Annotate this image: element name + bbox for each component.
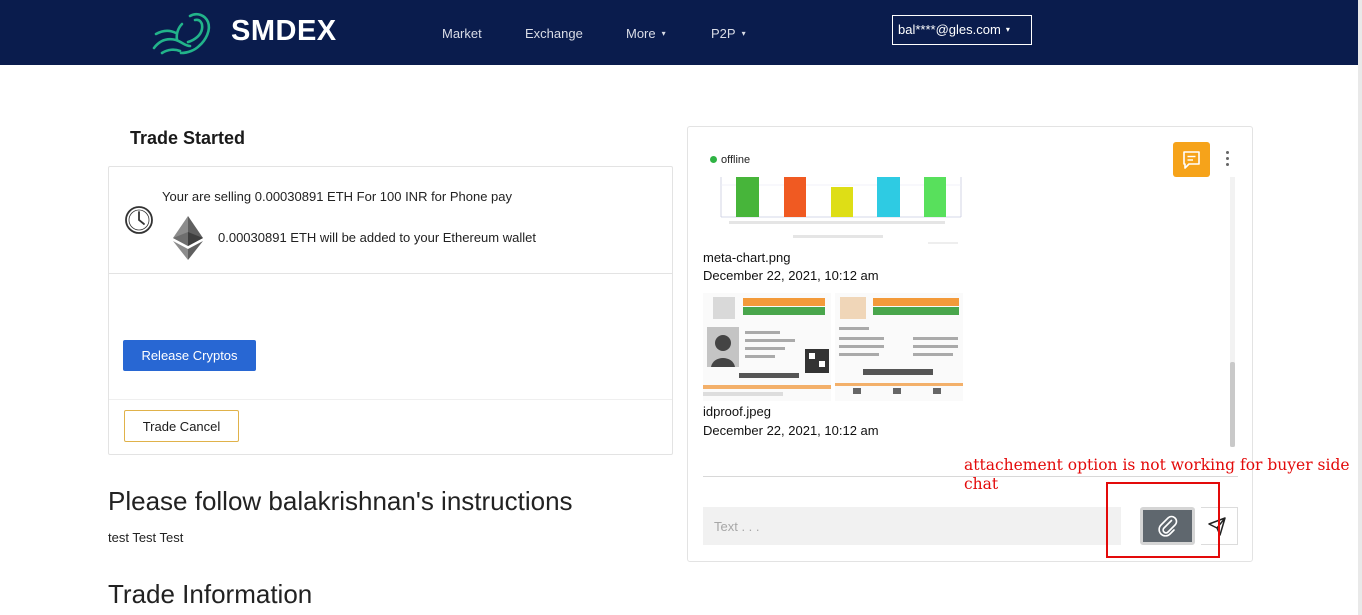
page-scrollbar[interactable] <box>1358 0 1362 615</box>
release-cryptos-button[interactable]: Release Cryptos <box>123 340 256 371</box>
chat-message-list: meta-chart.png December 22, 2021, 10:12 … <box>703 177 1228 447</box>
divider <box>109 273 672 274</box>
trade-cancel-button[interactable]: Trade Cancel <box>124 410 239 442</box>
chat-text-input[interactable] <box>703 507 1121 545</box>
nav-p2p-label: P2P <box>711 26 736 41</box>
trade-status-title: Trade Started <box>130 128 246 148</box>
annotation-highlight-box <box>1106 482 1220 558</box>
message-icon <box>1183 151 1200 169</box>
clock-icon <box>125 206 153 234</box>
trade-information-heading: Trade Information <box>108 579 313 609</box>
attachment-filename[interactable]: idproof.jpeg <box>703 404 771 419</box>
scrollbar-thumb[interactable] <box>1230 362 1235 447</box>
brand-name[interactable]: SMDEX <box>231 15 337 48</box>
attachment-filename[interactable]: meta-chart.png <box>703 250 790 265</box>
message-timestamp: December 22, 2021, 10:12 am <box>703 268 879 283</box>
ethereum-icon <box>173 216 203 260</box>
instructions-text: test Test Test <box>108 530 184 545</box>
chevron-down-icon: ▾ <box>661 29 666 38</box>
chat-scrollbar[interactable] <box>1230 177 1235 447</box>
status-dot-icon <box>710 156 717 163</box>
nav-more[interactable]: More ▾ <box>626 26 666 41</box>
nav-market[interactable]: Market <box>442 26 482 41</box>
meta-chart-thumbnail[interactable] <box>703 177 963 247</box>
trade-card: Your are selling 0.00030891 ETH For 100 … <box>108 166 673 455</box>
idproof-thumbnail[interactable] <box>703 293 963 401</box>
chevron-down-icon: ▾ <box>1005 25 1010 34</box>
nav-exchange-label: Exchange <box>525 26 583 41</box>
nav-market-label: Market <box>442 26 482 41</box>
nav-more-label: More <box>626 26 656 41</box>
chat-message-icon-button[interactable] <box>1173 142 1210 177</box>
leaping-lion-logo-icon[interactable] <box>150 10 216 56</box>
chevron-down-icon: ▾ <box>741 29 746 38</box>
status-label: offline <box>721 154 751 166</box>
user-email: bal****@gles.com <box>898 22 1001 37</box>
nav-p2p[interactable]: P2P ▾ <box>711 26 746 41</box>
top-navbar: SMDEX Market Exchange More ▾ P2P ▾ bal****… <box>0 0 1362 65</box>
more-options-icon[interactable] <box>1219 149 1235 171</box>
nav-exchange[interactable]: Exchange <box>525 26 583 41</box>
presence-status: offline <box>710 154 750 166</box>
user-account-dropdown[interactable]: bal****@gles.com ▾ <box>892 15 1032 45</box>
divider <box>109 399 672 400</box>
message-timestamp: December 22, 2021, 10:12 am <box>703 423 879 438</box>
instructions-heading: Please follow balakrishnan's instruction… <box>108 486 573 516</box>
wallet-summary: 0.00030891 ETH will be added to your Eth… <box>218 230 536 245</box>
sell-summary: Your are selling 0.00030891 ETH For 100 … <box>162 189 513 204</box>
